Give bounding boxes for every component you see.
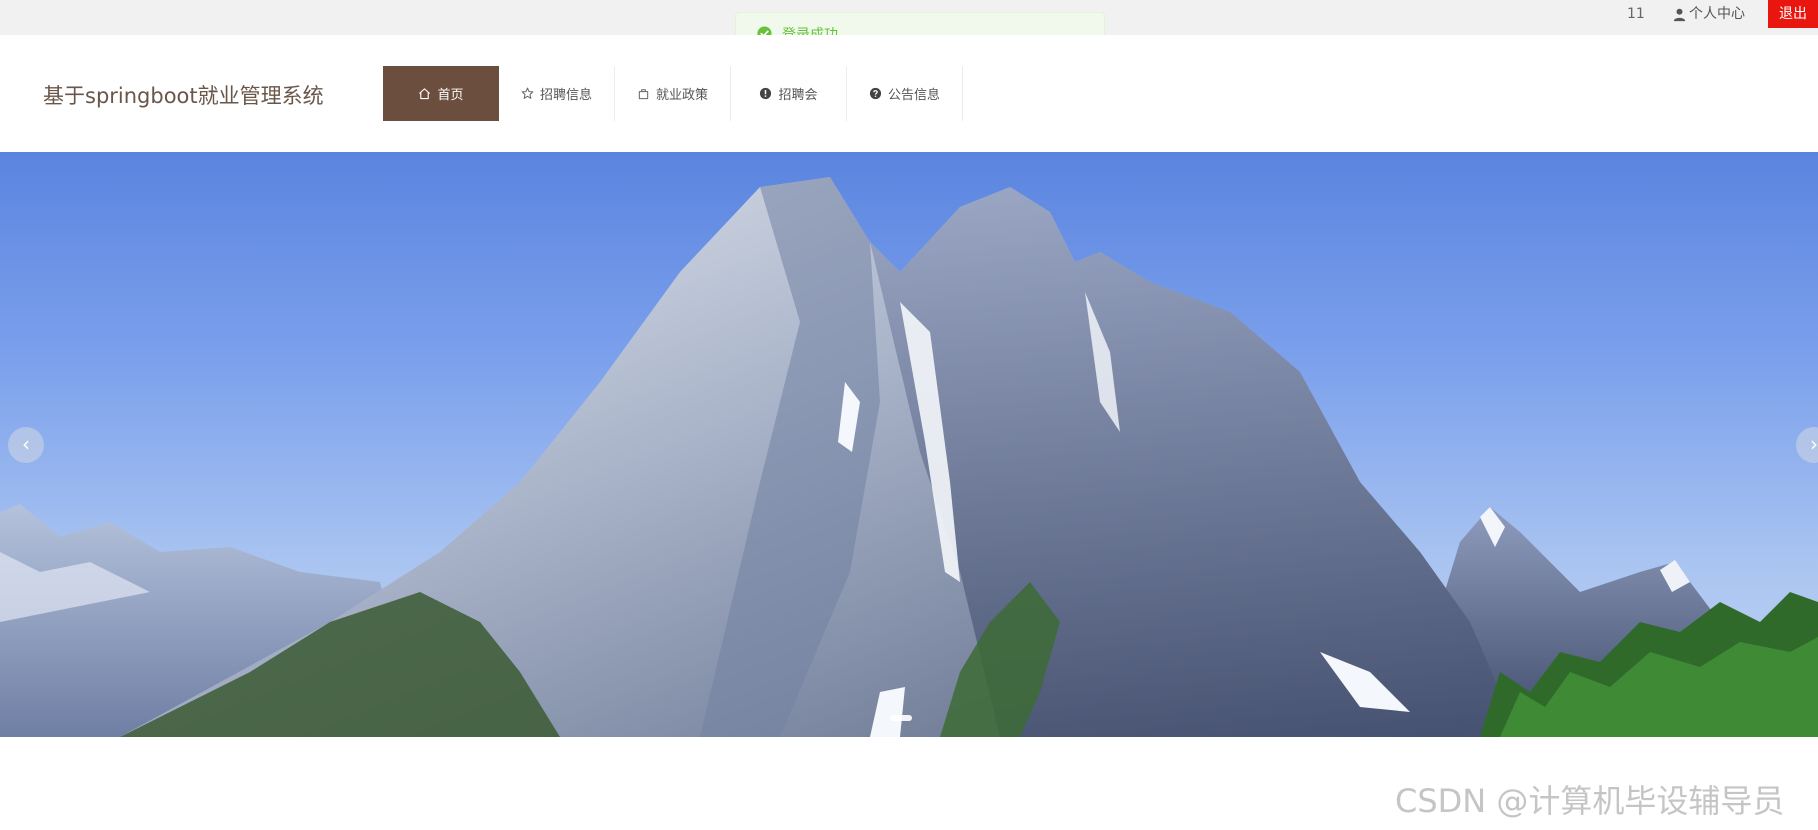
csdn-watermark: CSDN @计算机毕设辅导员 xyxy=(1395,782,1785,820)
profile-link[interactable]: 个人中心 xyxy=(1672,4,1745,24)
nav-label-job-fair: 招聘会 xyxy=(778,88,818,103)
help-circle-icon xyxy=(869,87,882,100)
user-icon xyxy=(1673,8,1686,21)
carousel-indicator[interactable] xyxy=(890,715,912,721)
site-header: 基于springboot就业管理系统 首页 招聘信息 就业政策 招聘会 公告信息 xyxy=(0,35,1818,153)
nav-label-recruitment: 招聘信息 xyxy=(539,88,592,103)
nav-item-policy[interactable]: 就业政策 xyxy=(615,66,731,121)
user-id: 11 xyxy=(1627,6,1645,22)
nav-item-announcements[interactable]: 公告信息 xyxy=(847,66,963,121)
carousel-prev-button[interactable]: ‹ xyxy=(8,427,44,463)
mountain-banner-image xyxy=(0,177,1818,737)
nav-label-home: 首页 xyxy=(437,88,464,103)
carousel-indicators xyxy=(890,715,912,721)
nav-item-recruitment[interactable]: 招聘信息 xyxy=(499,66,615,121)
banner-carousel: ‹ › xyxy=(0,152,1818,737)
home-icon xyxy=(419,88,431,100)
nav-item-job-fair[interactable]: 招聘会 xyxy=(731,66,847,121)
site-title: 基于springboot就业管理系统 xyxy=(43,84,324,108)
star-icon xyxy=(521,87,534,99)
nav-label-policy: 就业政策 xyxy=(655,88,708,103)
logout-button[interactable]: 退出 xyxy=(1768,0,1818,28)
main-nav: 首页 招聘信息 就业政策 招聘会 公告信息 xyxy=(383,66,963,121)
alert-circle-icon xyxy=(760,87,772,100)
nav-label-announcements: 公告信息 xyxy=(887,88,940,103)
nav-item-home[interactable]: 首页 xyxy=(383,66,499,121)
profile-label: 个人中心 xyxy=(1689,6,1745,22)
bag-icon xyxy=(638,89,649,100)
